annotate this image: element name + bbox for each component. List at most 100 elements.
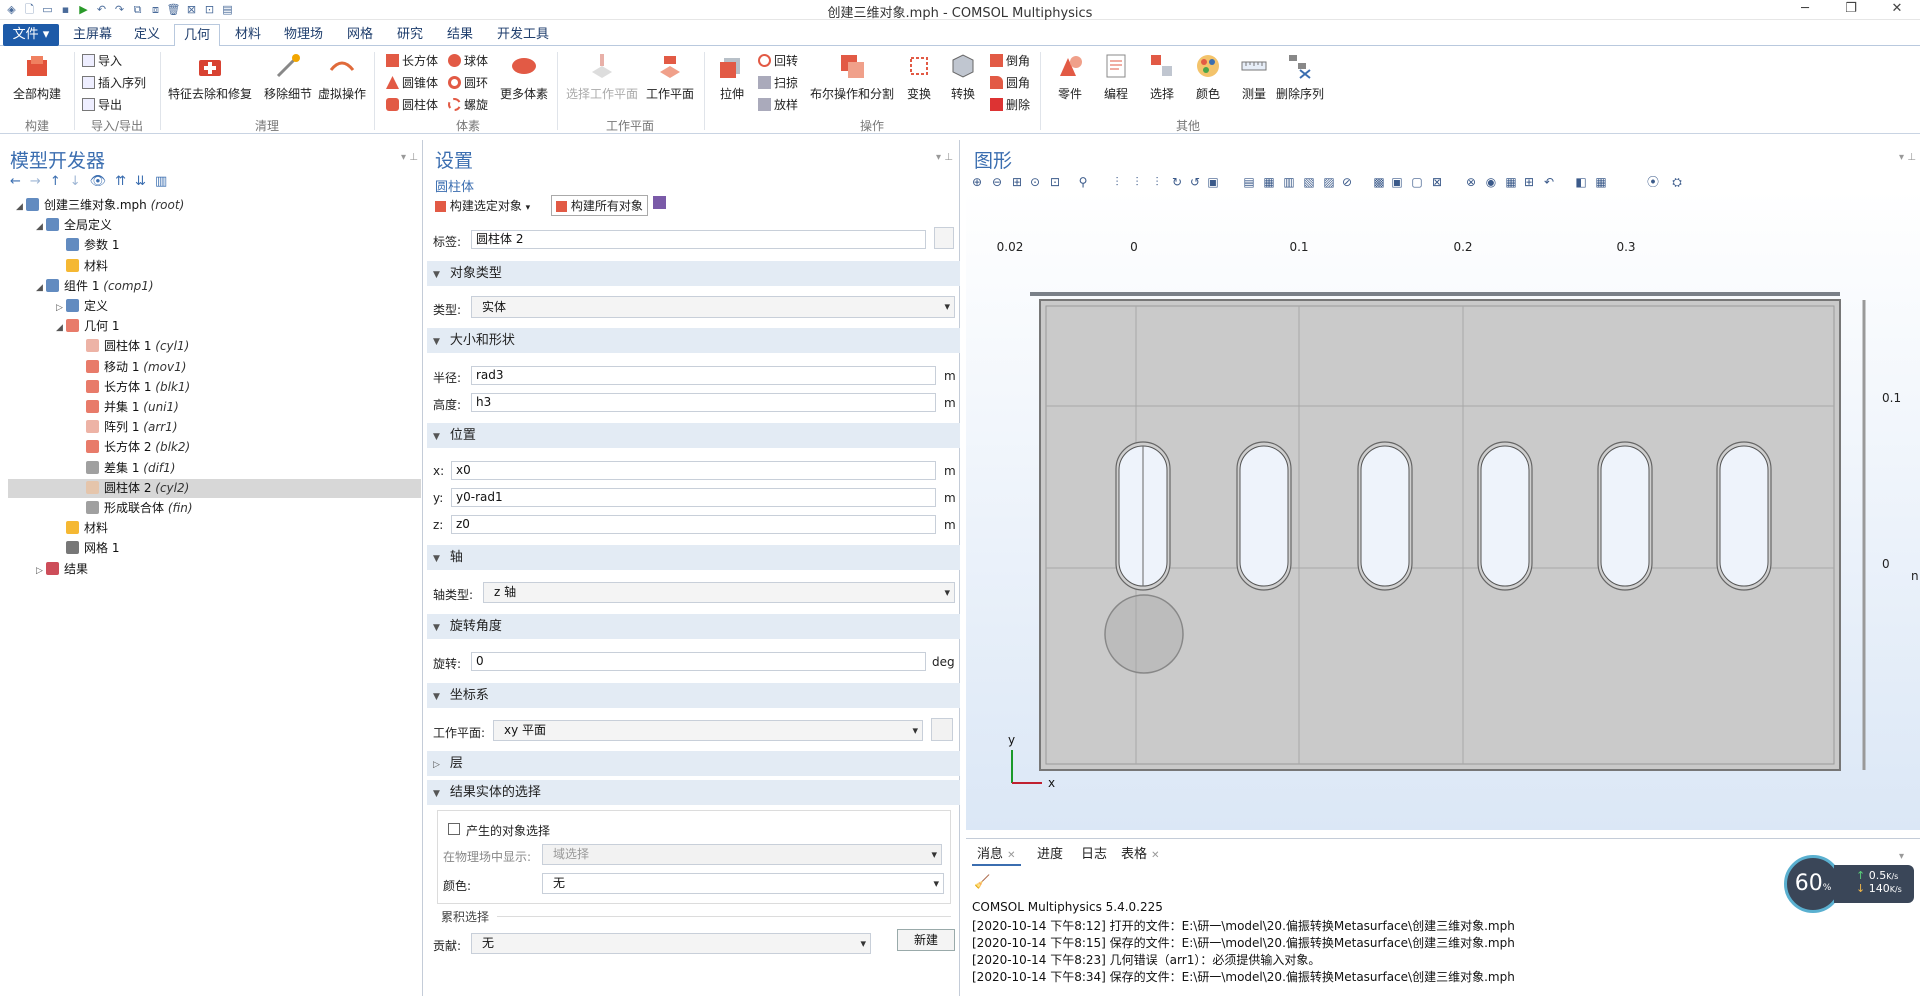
minimize-icon[interactable]: ─: [1782, 0, 1828, 20]
transparency-icon[interactable]: ▦: [1262, 175, 1276, 189]
transforms-button[interactable]: 变换: [898, 52, 940, 102]
section-axis[interactable]: ▼ 轴: [427, 545, 960, 570]
build-all-objects-button[interactable]: 构建所有对象: [551, 195, 648, 216]
pin-icon[interactable]: ⊥: [1907, 152, 1916, 163]
tab-definitions[interactable]: 定义: [125, 24, 169, 46]
section-selections[interactable]: ▼ 结果实体的选择: [427, 780, 960, 805]
delete-button[interactable]: 删除: [990, 96, 1030, 113]
camera-icon[interactable]: ⦿: [1646, 175, 1660, 189]
tree-item[interactable]: 网格 1: [8, 539, 421, 558]
close-icon[interactable]: ✕: [1151, 850, 1159, 861]
cylinder-button[interactable]: 圆柱体: [386, 96, 438, 113]
section-coordinate-system[interactable]: ▼ 坐标系: [427, 683, 960, 708]
tree-item[interactable]: 圆柱体 1 (cyl1): [8, 337, 421, 356]
helix-button[interactable]: 螺旋: [448, 96, 488, 113]
tree-toggle-icon[interactable]: ◢: [36, 279, 46, 298]
rotate-ccw-icon[interactable]: ↺: [1188, 175, 1202, 189]
radius-input[interactable]: rad3: [471, 366, 936, 385]
show-icon[interactable]: 👁: [90, 174, 107, 189]
revolve-button[interactable]: 回转: [758, 52, 798, 69]
selections-button[interactable]: 选择: [1140, 52, 1184, 102]
tab-physics[interactable]: 物理场: [275, 24, 332, 46]
section-rotation[interactable]: ▼ 旋转角度: [427, 614, 960, 639]
tree-item[interactable]: ◢ 全局定义: [8, 216, 421, 235]
fillet-button[interactable]: 圆角: [990, 74, 1030, 91]
panel-menu-icon[interactable]: ▾: [1899, 152, 1904, 163]
image-icon[interactable]: ▩: [1372, 175, 1386, 189]
virtual-ops-button[interactable]: 虚拟操作: [316, 52, 368, 102]
section-object-type[interactable]: ▼ 对象类型: [427, 261, 960, 286]
zoom-out-icon[interactable]: ⊖: [990, 175, 1004, 189]
tree-item[interactable]: 材料: [8, 519, 421, 538]
axis-orient-icon[interactable]: ⚲: [1076, 175, 1090, 189]
tree-item[interactable]: 长方体 1 (blk1): [8, 378, 421, 397]
conversions-button[interactable]: 转换: [942, 52, 984, 102]
tree-item[interactable]: ◢ 创建三维对象.mph (root): [8, 196, 421, 215]
tab-study[interactable]: 研究: [388, 24, 432, 46]
work-plane-button[interactable]: 工作平面: [644, 52, 696, 102]
remove-details-button[interactable]: 移除细节: [262, 52, 314, 102]
delete-sequence-button[interactable]: 删除序列: [1272, 52, 1328, 102]
panel-menu-icon[interactable]: ▾: [936, 152, 941, 163]
select-box-icon[interactable]: ▢: [1410, 175, 1424, 189]
back-icon[interactable]: ←: [10, 174, 21, 189]
file-menu[interactable]: 文件 ▾: [3, 24, 59, 46]
axis-type-select[interactable]: z 轴: [483, 582, 955, 603]
tree-item[interactable]: 参数 1: [8, 236, 421, 255]
zoom-selected-icon[interactable]: ⊙: [1028, 175, 1042, 189]
tree-toggle-icon[interactable]: ▷: [36, 562, 46, 581]
resulting-selection-checkbox[interactable]: [448, 823, 460, 835]
import-button[interactable]: 导入: [82, 52, 122, 69]
build-selected-button[interactable]: 构建选定对象 ▾: [435, 197, 530, 214]
z-input[interactable]: z0: [451, 515, 936, 534]
tree-toggle-icon[interactable]: ◢: [16, 198, 26, 217]
tree-item[interactable]: 阵列 1 (arr1): [8, 418, 421, 437]
maximize-icon[interactable]: ❐: [1828, 0, 1874, 20]
tab-mesh[interactable]: 网格: [338, 24, 382, 46]
graphics-sync-icon[interactable]: [653, 196, 666, 209]
loft-button[interactable]: 放样: [758, 96, 798, 113]
height-input[interactable]: h3: [471, 393, 936, 412]
rotation-input[interactable]: 0: [471, 652, 926, 671]
defeature-button[interactable]: 特征去除和修复: [166, 52, 254, 102]
tree-item[interactable]: 圆柱体 2 (cyl2): [8, 478, 421, 498]
close-icon[interactable]: ✕: [1874, 0, 1920, 20]
tree-item[interactable]: 差集 1 (dif1): [8, 459, 421, 478]
x-input[interactable]: x0: [451, 461, 936, 480]
export-button[interactable]: 导出: [82, 96, 122, 113]
edit-label-icon[interactable]: [934, 227, 954, 249]
tab-results[interactable]: 结果: [438, 24, 482, 46]
deselect-icon[interactable]: ⊠: [1430, 175, 1444, 189]
broom-icon[interactable]: 🧹: [974, 875, 990, 890]
y-input[interactable]: y0-rad1: [451, 488, 936, 507]
visibility-icon[interactable]: ▦: [1504, 175, 1518, 189]
settings-icon[interactable]: ⛭: [1670, 175, 1684, 189]
wireframe-icon[interactable]: ▤: [1242, 175, 1256, 189]
pin-icon[interactable]: ⊥: [409, 152, 418, 163]
render-icon[interactable]: ▣: [1206, 175, 1220, 189]
programming-button[interactable]: 编程: [1094, 52, 1138, 102]
tree-toggle-icon[interactable]: ◢: [36, 218, 46, 237]
block-button[interactable]: 长方体: [386, 52, 438, 69]
move-up-icon[interactable]: ↑: [50, 174, 61, 189]
graphics-canvas[interactable]: 0.02 0 0.1 0.2 0.3 0.1 0 y x n: [966, 190, 1920, 830]
show-icon[interactable]: ◉: [1484, 175, 1498, 189]
section-layers[interactable]: ▷ 层: [427, 751, 960, 776]
mesh-view-icon[interactable]: ▨: [1322, 175, 1336, 189]
tree-item[interactable]: 并集 1 (uni1): [8, 398, 421, 417]
colors-button[interactable]: 颜色: [1186, 52, 1230, 102]
snapshot-icon[interactable]: ▣: [1390, 175, 1404, 189]
scene-light-icon[interactable]: ◧: [1574, 175, 1588, 189]
tab-table[interactable]: 表格 ✕: [1116, 844, 1165, 866]
hide-selected-icon[interactable]: ⊗: [1464, 175, 1478, 189]
work-plane-select[interactable]: xy 平面: [493, 720, 923, 741]
tree-item[interactable]: 材料: [8, 257, 421, 276]
zx-view-icon[interactable]: ⫶: [1150, 175, 1164, 189]
contribute-select[interactable]: 无: [471, 933, 871, 954]
sweep-button[interactable]: 扫掠: [758, 74, 798, 91]
tab-geometry[interactable]: 几何: [174, 24, 221, 47]
tab-materials[interactable]: 材料: [226, 24, 270, 46]
lights-icon[interactable]: ▦: [1594, 175, 1608, 189]
rotate-cw-icon[interactable]: ↻: [1170, 175, 1184, 189]
tree-item[interactable]: ▷ 结果: [8, 560, 421, 579]
